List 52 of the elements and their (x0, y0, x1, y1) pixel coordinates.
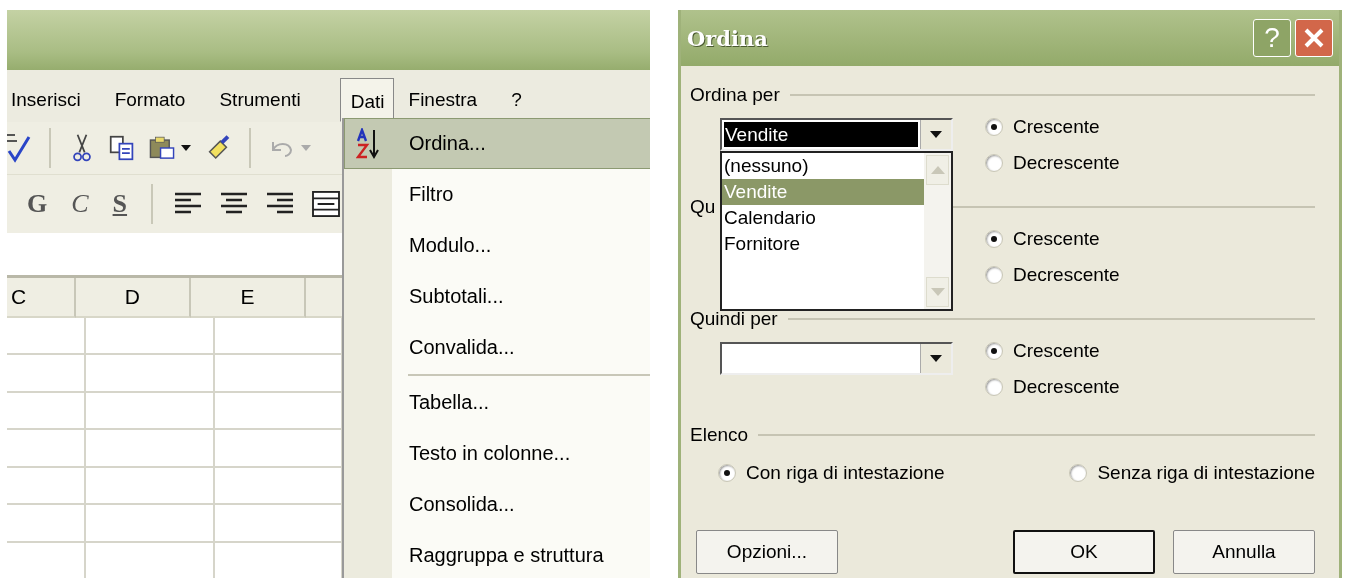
radio-button[interactable]: Senza riga di intestazione (1069, 460, 1315, 486)
menu-item[interactable]: Ordina... (344, 118, 650, 169)
menu-item[interactable]: Formato (113, 86, 201, 122)
column-header[interactable]: D (75, 278, 192, 318)
column-header[interactable]: C (7, 278, 76, 318)
spelling-icon[interactable] (7, 133, 31, 163)
copy-icon[interactable] (109, 133, 135, 163)
column-header[interactable]: E (191, 278, 306, 318)
window-title: Ordina (687, 25, 768, 51)
menu-item[interactable]: Tabella... (344, 377, 650, 428)
radio-button[interactable]: Crescente (985, 226, 1120, 252)
merge-center-icon[interactable] (311, 191, 342, 217)
dropdown-button[interactable] (920, 120, 951, 149)
radio-button[interactable]: Con riga di intestazione (718, 460, 945, 486)
dropdown-field[interactable]: Vendite (720, 118, 953, 151)
format-button[interactable]: C (67, 189, 93, 219)
menu-item[interactable]: Inserisci (10, 86, 96, 122)
dialog-button[interactable]: Opzioni... (696, 530, 838, 574)
sort-icon (356, 127, 382, 160)
group-label: Quindi per (690, 308, 778, 330)
menu-item[interactable]: Consolida... (344, 479, 650, 530)
dialog-button[interactable]: OK (1013, 530, 1155, 574)
menu-item[interactable]: Modulo... (344, 220, 650, 271)
radio-button[interactable]: Crescente (985, 114, 1120, 140)
group-label: Ordina per (690, 84, 780, 106)
dialog-button[interactable]: Annulla (1173, 530, 1315, 574)
menu-item[interactable]: Raggruppa e struttura (344, 530, 650, 578)
dropdown-arrow-icon (930, 131, 942, 138)
radio-button[interactable]: Crescente (985, 338, 1120, 364)
menu-item[interactable]: Convalida... (344, 322, 650, 373)
list-option[interactable]: Calendario (722, 205, 924, 231)
menu-item[interactable]: Subtotali... (344, 271, 650, 322)
format-button[interactable]: G (23, 189, 52, 219)
menu-item[interactable]: Strumenti (218, 86, 316, 122)
field-value: Vendite (725, 123, 789, 146)
group-label: Qu (690, 196, 716, 218)
close-button[interactable] (1295, 19, 1333, 57)
dropdown-button[interactable] (920, 344, 951, 373)
group-label: Elenco (690, 424, 749, 446)
menu-item[interactable]: Testo in colonne... (344, 428, 650, 479)
dropdown-arrow-icon (930, 355, 942, 362)
list-option[interactable]: (nessuno) (722, 153, 924, 179)
format-button[interactable]: S (108, 189, 132, 219)
close-icon (1303, 27, 1325, 49)
radio-button[interactable]: Decrescente (985, 150, 1120, 176)
menu-item[interactable]: Filtro (344, 169, 650, 220)
list-option[interactable]: Fornitore (722, 231, 924, 257)
dropdown-field[interactable] (720, 342, 953, 375)
radio-button[interactable]: Decrescente (985, 374, 1120, 400)
menu-item[interactable]: Dati (339, 78, 394, 122)
radio-button[interactable]: Decrescente (985, 262, 1120, 288)
dropdown-arrow-icon[interactable] (181, 145, 191, 151)
